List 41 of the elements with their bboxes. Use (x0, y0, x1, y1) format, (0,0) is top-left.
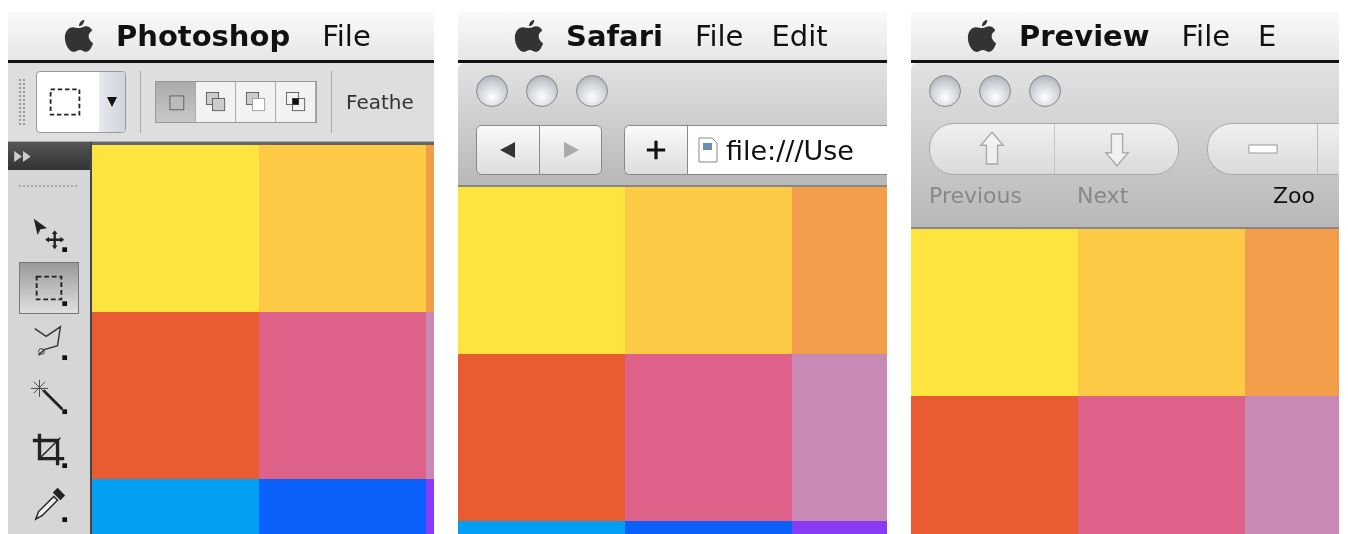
menu-item[interactable]: File (694, 19, 744, 53)
minus-icon (1246, 144, 1279, 154)
window-control-button[interactable] (929, 75, 961, 107)
marquee-tool-button[interactable] (19, 262, 79, 314)
collapse-icon[interactable] (14, 150, 32, 162)
grip-icon (18, 77, 26, 127)
selection-mode-button[interactable] (236, 82, 276, 122)
window-control-button[interactable] (979, 75, 1011, 107)
selection-mode-button[interactable] (276, 82, 316, 122)
menu-item[interactable]: File (1181, 19, 1231, 53)
selection-mode-button[interactable] (196, 82, 236, 122)
back-button[interactable] (477, 126, 539, 174)
magic-wand-icon (30, 377, 68, 415)
tool-preset-picker[interactable] (36, 71, 126, 133)
document-icon (698, 137, 718, 163)
apple-logo-icon[interactable] (514, 18, 544, 54)
back-arrow-icon (498, 140, 518, 160)
window-control-button[interactable] (476, 75, 508, 107)
menu-item[interactable]: File (322, 19, 371, 53)
down-arrow-icon (1102, 130, 1131, 168)
apple-logo-icon[interactable] (64, 18, 94, 54)
app-menu[interactable]: Preview (1019, 19, 1150, 53)
toolbar-label: Previous (929, 183, 1023, 208)
address-field[interactable]: file:///Use (624, 125, 887, 175)
menu-item[interactable]: E (1258, 19, 1277, 53)
toolbar-label: Next (1077, 183, 1130, 208)
toolbar-label: Zoo (1273, 183, 1315, 208)
up-arrow-icon (978, 130, 1006, 168)
apple-logo-icon[interactable] (967, 18, 997, 54)
app-menu[interactable]: Photoshop (116, 19, 291, 53)
menu-item[interactable]: Edit (771, 19, 828, 53)
add-bookmark-icon[interactable] (645, 139, 667, 161)
grip-icon (19, 184, 79, 188)
app-menu[interactable]: Safari (566, 19, 663, 53)
window-control-button[interactable] (576, 75, 608, 107)
feather-label: Feathe (346, 90, 414, 114)
window-control-button[interactable] (1029, 75, 1061, 107)
dropdown-arrow-icon (107, 96, 117, 108)
url-text: file:///Use (726, 134, 854, 166)
window-control-button[interactable] (526, 75, 558, 107)
crop-icon (30, 431, 68, 469)
